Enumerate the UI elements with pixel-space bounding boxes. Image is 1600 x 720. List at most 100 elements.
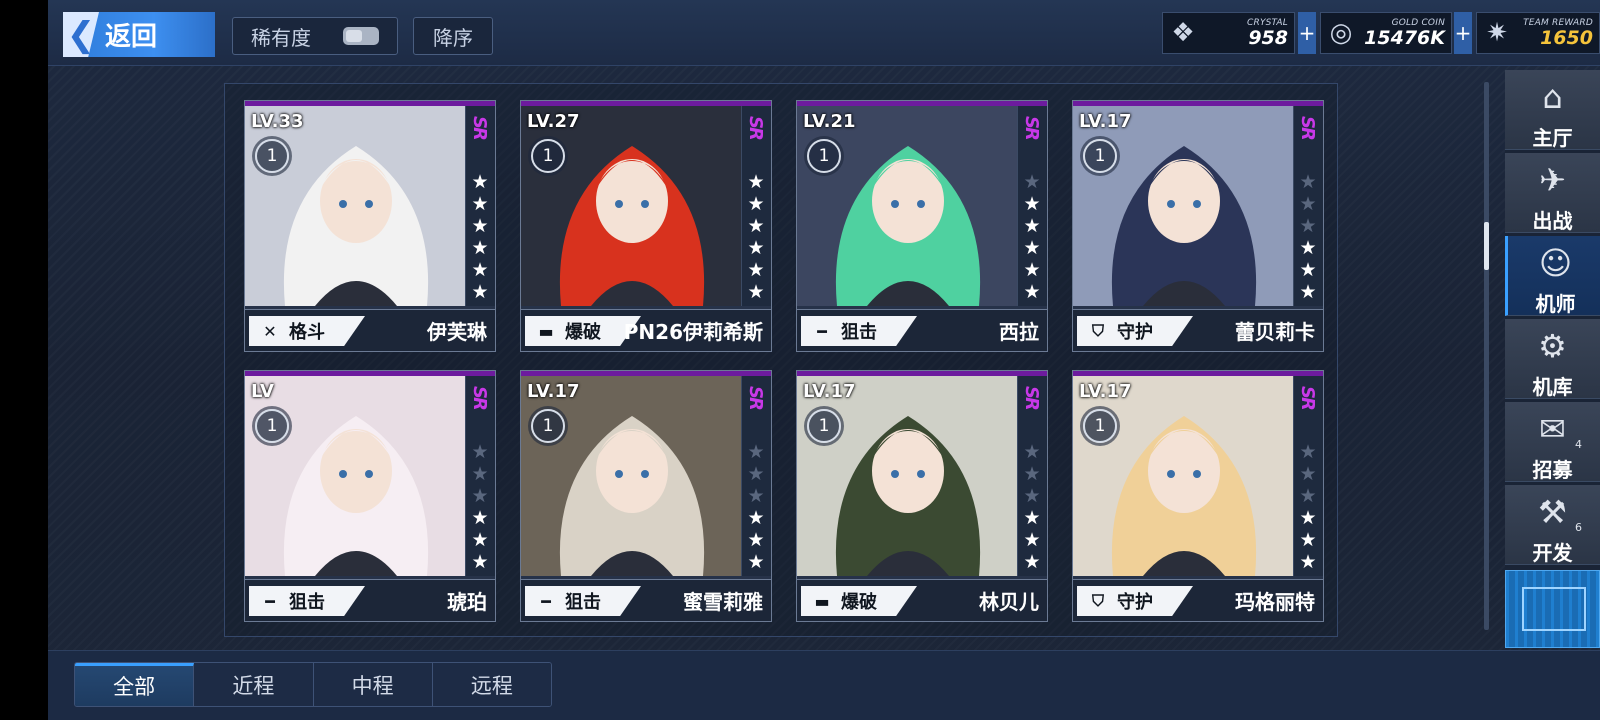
nav-item-hall[interactable]: ⌂ 主厅 — [1505, 70, 1600, 150]
chevron-left-icon: ❮ — [63, 12, 99, 57]
minimap-button[interactable] — [1505, 570, 1600, 648]
pilot-card[interactable]: SR ★ ★ ★ ★ ★ ★ LV.27 1 ▬ 爆破 PN26伊莉希斯 — [520, 100, 772, 352]
rarity-filter-label: 稀有度 — [251, 25, 311, 50]
pilot-type-label: 狙击 — [841, 322, 877, 343]
range-tab[interactable]: 近程 — [194, 663, 314, 706]
nav-item-hangar[interactable]: ⚙ 机库 — [1505, 319, 1600, 399]
sort-order-button[interactable]: 降序 — [413, 17, 493, 55]
pilot-type-tag: ━ 狙击 — [525, 586, 641, 616]
star-icon: ★ — [471, 193, 489, 215]
star-icon: ★ — [1299, 259, 1317, 281]
pilot-card[interactable]: SR ★ ★ ★ ★ ★ ★ LV.17 1 ━ 狙击 蜜雪莉雅 — [520, 370, 772, 622]
crystal-counter: ❖ CRYSTAL 958 — [1162, 12, 1295, 54]
nav-item-pilot[interactable]: ☺ 机师 — [1505, 236, 1600, 316]
star-icon: ★ — [471, 529, 489, 551]
range-tab[interactable]: 远程 — [432, 663, 551, 706]
star-icon: ★ — [1023, 215, 1041, 237]
star-rating: ★ ★ ★ ★ ★ ★ — [1297, 172, 1319, 302]
star-rating: ★ ★ ★ ★ ★ ★ — [745, 442, 767, 572]
rifle-icon: ━ — [817, 321, 827, 341]
pilot-level: LV.17 — [803, 381, 856, 402]
pilot-info-bar: ━ 狙击 琥珀 — [245, 579, 495, 621]
back-button[interactable]: ❮ 返回 — [63, 12, 215, 57]
pilot-info-bar: ✕ 格斗 伊芙琳 — [245, 309, 495, 351]
star-icon: ★ — [1023, 171, 1041, 193]
pilot-type-label: 爆破 — [565, 322, 601, 343]
currency-value: 958 — [1248, 27, 1288, 49]
add-crystal-button[interactable]: + — [1298, 12, 1316, 54]
pilot-card[interactable]: SR ★ ★ ★ ★ ★ ★ LV.33 1 ✕ 格斗 伊芙琳 — [244, 100, 496, 352]
star-rating: ★ ★ ★ ★ ★ ★ — [745, 172, 767, 302]
pilot-type-tag: ━ 狙击 — [249, 586, 365, 616]
star-icon: ★ — [471, 215, 489, 237]
scrollbar-track[interactable] — [1484, 82, 1489, 630]
pilot-type-label: 狙击 — [289, 592, 325, 613]
star-icon: ★ — [1023, 281, 1041, 303]
star-icon: ★ — [1023, 529, 1041, 551]
pilot-type-tag: ━ 狙击 — [801, 316, 917, 346]
nav-item-recruit[interactable]: ✉ 招募 4 — [1505, 402, 1600, 482]
star-icon: ★ — [1299, 551, 1317, 573]
rarity-label: SR — [1297, 386, 1318, 409]
pilot-type-label: 爆破 — [841, 592, 877, 613]
currency-value: 15476K — [1364, 27, 1445, 49]
star-icon: ★ — [1023, 463, 1041, 485]
pilot-icon: ☺ — [1538, 244, 1573, 282]
star-icon: ★ — [1023, 441, 1041, 463]
range-tab[interactable]: 中程 — [313, 663, 433, 706]
rifle-icon: ━ — [265, 591, 275, 611]
range-tab[interactable]: 全部 — [75, 663, 195, 706]
bomb-icon: ▬ — [538, 321, 554, 341]
star-rating: ★ ★ ★ ★ ★ ★ — [1021, 172, 1043, 302]
pilot-card[interactable]: SR ★ ★ ★ ★ ★ ★ LV.17 1 ⛉ 守护 蕾贝莉卡 — [1072, 100, 1324, 352]
pilot-portrait — [521, 106, 743, 306]
nav-badge-count: 6 — [1575, 521, 1582, 534]
pilot-card[interactable]: SR ★ ★ ★ ★ ★ ★ LV.17 1 ⛉ 守护 玛格丽特 — [1072, 370, 1324, 622]
pilot-portrait — [245, 376, 467, 576]
currency-value: 1650 — [1540, 27, 1593, 49]
star-icon: ★ — [471, 441, 489, 463]
rarity-panel: SR ★ ★ ★ ★ ★ ★ — [1017, 106, 1047, 306]
pilot-portrait — [797, 376, 1019, 576]
pilot-type-label: 守护 — [1117, 592, 1153, 613]
pilot-name: 伊芙琳 — [427, 320, 487, 344]
star-icon: ★ — [747, 215, 765, 237]
rarity-panel: SR ★ ★ ★ ★ ★ ★ — [1293, 376, 1323, 576]
sort-order-label: 降序 — [433, 25, 473, 50]
pilot-type-tag: ⛉ 守护 — [1077, 586, 1193, 616]
crystal-icon: ❖ — [1171, 18, 1195, 48]
battle-icon: ✈ — [1539, 161, 1566, 199]
nav-item-develop[interactable]: ⚒ 开发 6 — [1505, 485, 1600, 565]
rank-badge: 1 — [807, 139, 841, 173]
star-icon: ★ — [1299, 507, 1317, 529]
star-icon: ★ — [747, 281, 765, 303]
star-rating: ★ ★ ★ ★ ★ ★ — [1297, 442, 1319, 572]
star-icon: ★ — [747, 551, 765, 573]
rarity-panel: SR ★ ★ ★ ★ ★ ★ — [465, 106, 495, 306]
pilot-name: 林贝儿 — [979, 590, 1039, 614]
recruit-icon: ✉ — [1539, 410, 1566, 448]
star-icon: ★ — [471, 463, 489, 485]
star-icon: ★ — [1299, 171, 1317, 193]
rifle-icon: ━ — [541, 591, 551, 611]
rarity-filter-button[interactable]: 稀有度 — [232, 17, 398, 55]
range-filter-tabs: 全部 近程 中程 远程 — [74, 662, 552, 707]
pilot-card[interactable]: SR ★ ★ ★ ★ ★ ★ LV.21 1 ━ 狙击 西拉 — [796, 100, 1048, 352]
pilot-type-tag: ⛉ 守护 — [1077, 316, 1193, 346]
star-icon: ★ — [471, 237, 489, 259]
back-label: 返回 — [105, 22, 158, 52]
rank-badge: 1 — [255, 409, 289, 443]
pilot-level: LV.33 — [251, 111, 304, 132]
pilot-info-bar: ⛉ 守护 蕾贝莉卡 — [1073, 309, 1323, 351]
nav-item-label: 主厅 — [1532, 126, 1573, 150]
add-gold-button[interactable]: + — [1454, 12, 1472, 54]
pilot-level: LV — [251, 381, 274, 402]
pilot-card[interactable]: SR ★ ★ ★ ★ ★ ★ LV 1 ━ 狙击 琥珀 — [244, 370, 496, 622]
pilot-level: LV.17 — [527, 381, 580, 402]
nav-item-label: 开发 — [1532, 541, 1573, 565]
pilot-info-bar: ▬ 爆破 PN26伊莉希斯 — [521, 309, 771, 351]
scrollbar-thumb[interactable] — [1484, 222, 1489, 270]
pilot-card[interactable]: SR ★ ★ ★ ★ ★ ★ LV.17 1 ▬ 爆破 林贝儿 — [796, 370, 1048, 622]
nav-item-battle[interactable]: ✈ 出战 — [1505, 153, 1600, 233]
star-icon: ★ — [747, 463, 765, 485]
